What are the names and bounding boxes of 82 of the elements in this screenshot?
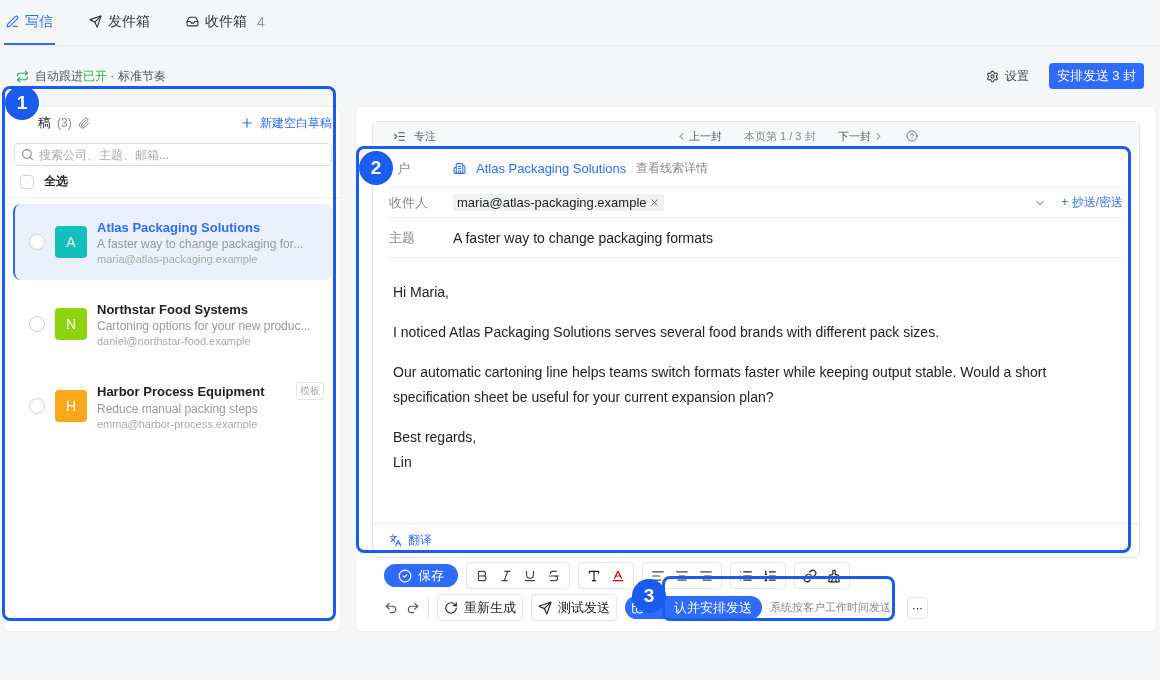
- translate-link[interactable]: 翻译: [408, 532, 432, 549]
- body-paragraph: Best regards, Lin: [393, 428, 478, 472]
- tab[interactable]: 写信: [4, 0, 55, 45]
- focus-toggle[interactable]: 专注: [414, 128, 436, 144]
- company-avatar: A: [55, 226, 87, 258]
- test-send-button[interactable]: 测试发送: [531, 594, 617, 621]
- draft-subject: Reduce manual packing steps: [97, 402, 259, 416]
- draft-checkbox[interactable]: [29, 398, 45, 414]
- underline-icon: [523, 568, 537, 583]
- draft-checkbox[interactable]: [29, 234, 45, 250]
- close-icon: [648, 197, 660, 208]
- lead-details-link[interactable]: 查看线索详情: [636, 160, 709, 177]
- body-paragraph: Hi Maria,: [393, 283, 450, 302]
- prev-link[interactable]: 上一封: [676, 128, 722, 144]
- tab[interactable]: 发件箱: [87, 0, 152, 45]
- repeat-icon: [16, 69, 29, 83]
- company-name: Harbor Process Equipment: [97, 383, 265, 399]
- subject-field[interactable]: A faster way to change packaging formats: [453, 229, 713, 246]
- company-avatar: H: [55, 390, 87, 422]
- field-label: 户: [396, 159, 411, 178]
- new-draft-link[interactable]: 新建空白草稿: [260, 114, 332, 132]
- redo-icon: [406, 600, 420, 615]
- font-color-icon: [611, 568, 625, 583]
- search-icon: [21, 148, 34, 161]
- company-name: Northstar Food Systems: [97, 301, 248, 317]
- field-label: 收件人: [389, 193, 429, 212]
- drafts-title: 稿: [38, 114, 51, 132]
- undo-icon: [384, 600, 398, 615]
- select-all-checkbox[interactable]: [20, 174, 34, 189]
- customer-link[interactable]: Atlas Packaging Solutions: [476, 161, 627, 176]
- indent-icon: [393, 129, 406, 143]
- company-avatar: N: [55, 308, 87, 340]
- next-link[interactable]: 下一封: [837, 128, 884, 144]
- paperclip-icon: [77, 117, 90, 129]
- field-label: 主题: [389, 228, 416, 247]
- draft-email: daniel@northstar-food.example: [97, 334, 252, 347]
- italic-icon: [499, 568, 513, 583]
- draft-count: (3): [57, 116, 72, 130]
- settings-button[interactable]: 设置: [985, 67, 1029, 85]
- draft-item[interactable]: A Atlas Packaging Solutions A faster way to change packaging for... maria@atlas-packaging.example: [13, 204, 332, 280]
- plus-icon: [240, 116, 254, 130]
- cc-bcc-link[interactable]: + 抄送/密送: [1061, 194, 1123, 211]
- body-paragraph: Our automatic cartoning line helps teams switch formats faster while keeping output stable. Would a short specification sheet be useful for your current expansion plan?: [393, 363, 1048, 407]
- align-right-icon: [699, 568, 713, 583]
- send-hint: 系统按客户工作时间发送: [770, 600, 891, 615]
- template-tag: 模板: [296, 382, 324, 400]
- draft-email: maria@atlas-packaging.example: [97, 252, 259, 265]
- tab[interactable]: 收件箱 4: [184, 0, 267, 45]
- search-field[interactable]: 搜索公司、主题、邮箱...: [14, 143, 332, 166]
- align-center-icon: [675, 568, 689, 583]
- bold-icon: [475, 568, 489, 583]
- numbered-list-icon: [763, 568, 777, 583]
- recipient-chip[interactable]: maria@atlas-packaging.example: [453, 194, 664, 211]
- check-circle-icon: [398, 568, 412, 583]
- align-left-icon: [651, 568, 665, 583]
- more-button[interactable]: ···: [907, 596, 928, 619]
- pen-icon: [6, 15, 19, 28]
- select-all-label: 全选: [44, 173, 68, 190]
- text-size-icon: [587, 568, 601, 583]
- refresh-icon: [444, 600, 458, 615]
- settings-icon: [985, 69, 999, 83]
- link-icon: [803, 568, 817, 583]
- save-button[interactable]: 保存: [384, 564, 458, 587]
- regenerate-button[interactable]: 重新生成: [437, 594, 523, 621]
- auto-follow-status: 自动跟进已开 · 标准节奏: [35, 67, 166, 85]
- page-indicator: 本页第 1 / 3 封: [744, 128, 816, 144]
- draft-subject: A faster way to change packaging for...: [97, 236, 305, 251]
- building-icon: [453, 162, 466, 175]
- company-name: Atlas Packaging Solutions: [97, 219, 261, 235]
- body-paragraph: I noticed Atlas Packaging Solutions serves several food brands with different pack sizes.: [393, 323, 941, 342]
- draft-email: emma@harbor-process.example: [97, 418, 259, 430]
- translate-icon: [389, 534, 402, 547]
- send-icon: [89, 15, 102, 28]
- strikethrough-icon: [547, 568, 561, 583]
- inbox-icon: [186, 15, 199, 28]
- bullet-list-icon: [739, 568, 753, 583]
- schedule-send-button[interactable]: 安排发送 3 封: [1048, 63, 1144, 89]
- clear-format-icon: [827, 568, 841, 583]
- draft-subject: Cartoning options for your new produc...: [97, 318, 312, 333]
- send-icon: [538, 600, 552, 615]
- help-icon: [905, 130, 918, 142]
- draft-checkbox[interactable]: [29, 316, 45, 332]
